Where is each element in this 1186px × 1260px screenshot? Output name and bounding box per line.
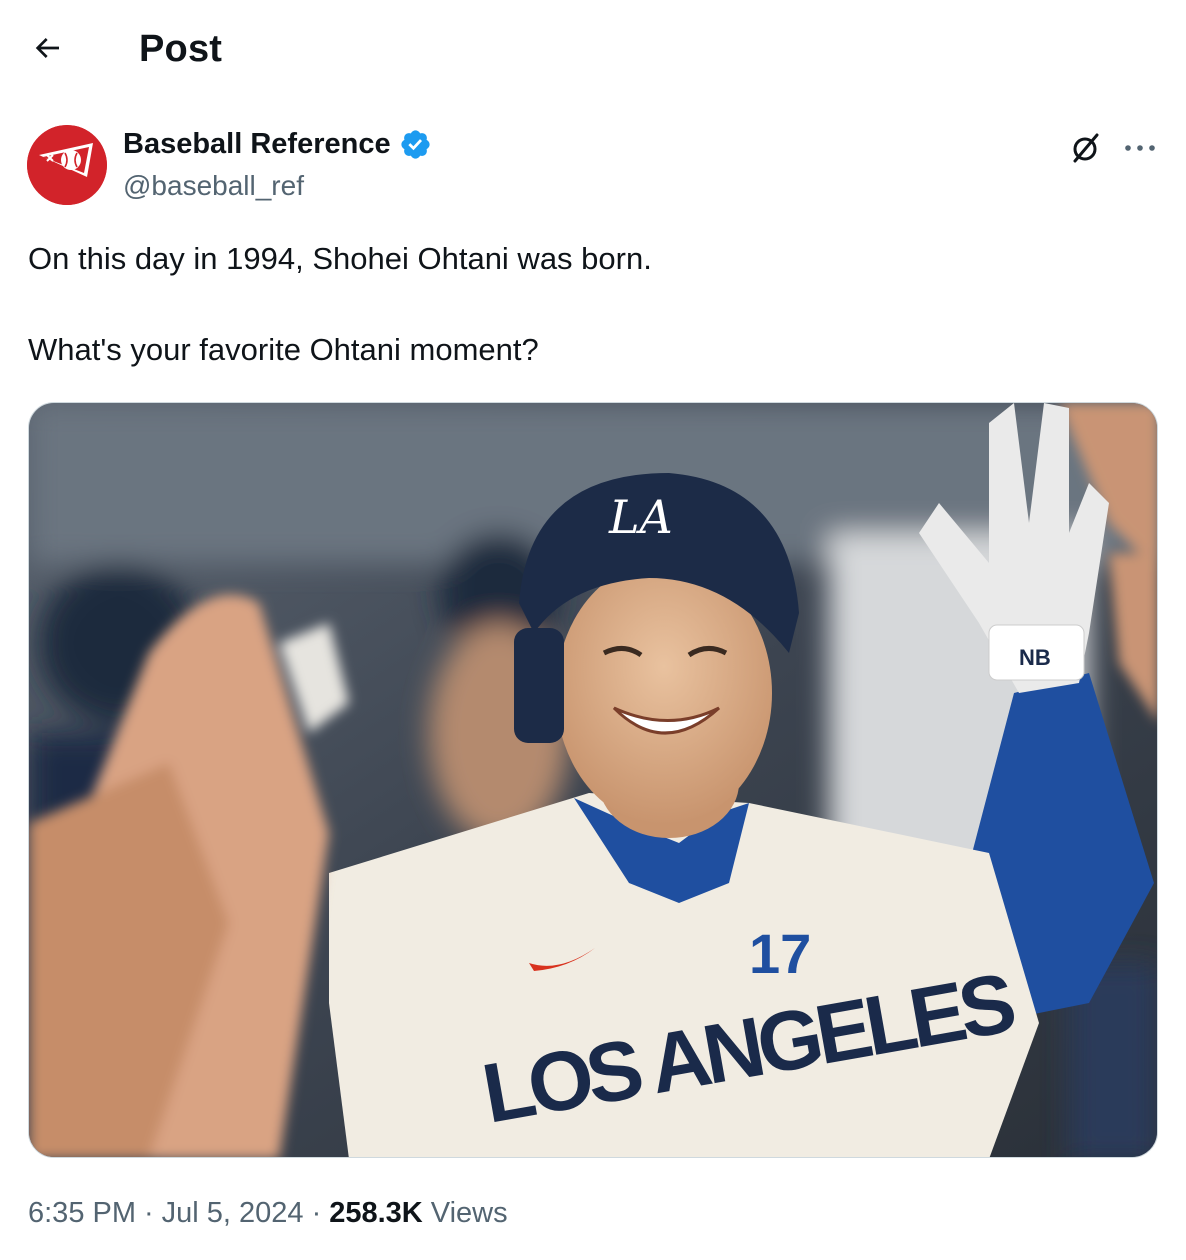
grok-button[interactable] <box>1066 128 1106 168</box>
post-text-line: On this day in 1994, Shohei Ohtani was b… <box>28 241 652 276</box>
more-dots-icon <box>1125 145 1155 151</box>
author-name-row: Baseball Reference <box>123 128 432 161</box>
meta-separator: · <box>144 1197 154 1229</box>
page-title: Post <box>139 28 223 70</box>
photo-ohtani-high-five: NB LOS ANGELES 17 LA <box>29 403 1157 1157</box>
top-bar: Post <box>0 0 1186 100</box>
views-label: Views <box>430 1197 508 1229</box>
post-text-line: What's your favorite Ohtani moment? <box>28 332 539 367</box>
baseball-pennant-logo <box>27 125 107 205</box>
post-date-link[interactable]: Jul 5, 2024 <box>162 1197 304 1230</box>
post-text: On this day in 1994, Shohei Ohtani was b… <box>28 237 1148 371</box>
more-button[interactable] <box>1118 128 1162 168</box>
post-time-link[interactable]: 6:35 PM <box>28 1197 136 1230</box>
slashed-circle-icon <box>1073 133 1099 163</box>
meta-separator: · <box>311 1197 322 1229</box>
jersey-number: 17 <box>749 922 811 985</box>
author-name[interactable]: Baseball Reference <box>123 128 391 161</box>
back-button[interactable] <box>22 26 72 70</box>
author-handle[interactable]: @baseball_ref <box>123 170 304 202</box>
svg-text:LA: LA <box>608 490 673 544</box>
verified-badge-icon <box>399 128 432 161</box>
post-meta: 6:35 PM · Jul 5, 2024 · 258.3K Views <box>28 1197 508 1230</box>
arrow-left-icon <box>35 38 59 58</box>
views-count: 258.3K <box>329 1197 423 1229</box>
post-photo[interactable]: NB LOS ANGELES 17 LA <box>28 402 1158 1158</box>
avatar[interactable] <box>27 125 107 205</box>
svg-text:NB: NB <box>1019 645 1051 670</box>
